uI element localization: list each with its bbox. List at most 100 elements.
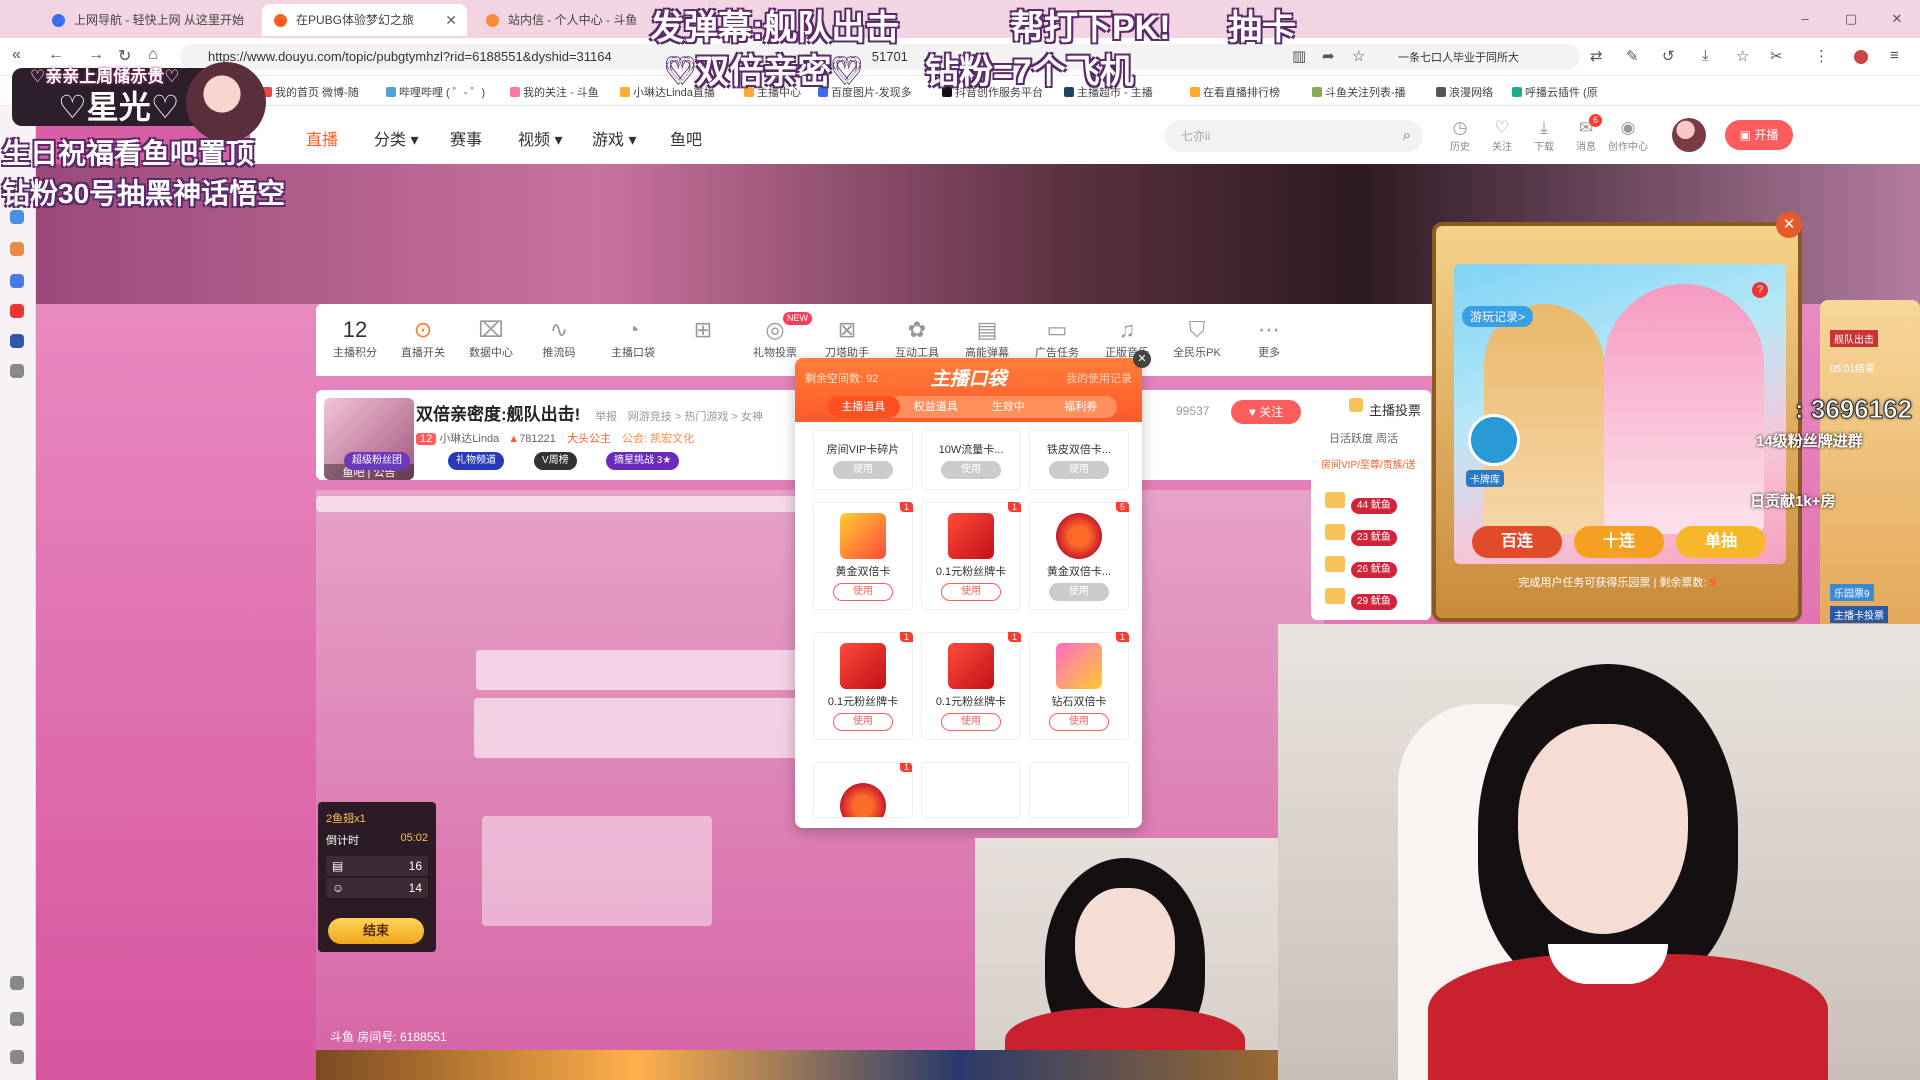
tool-interaction[interactable]: ✿ 互动工具 bbox=[882, 316, 952, 360]
pin-icon[interactable] bbox=[10, 1050, 24, 1064]
end-button[interactable]: 结束 bbox=[328, 918, 424, 944]
pocket-record-link[interactable]: 我的使用记录 bbox=[1066, 370, 1132, 386]
tool-dota-helper[interactable]: ⊠ 刀塔助手 bbox=[812, 316, 882, 360]
sidebar-tool-icon[interactable] bbox=[10, 976, 24, 990]
vote-tabs[interactable]: 日活跃度 周活 bbox=[1329, 430, 1398, 446]
follow-button[interactable]: ♥ 关注 bbox=[1231, 400, 1301, 424]
list-item[interactable]: 44 鱿鱼 bbox=[1325, 492, 1425, 514]
use-button[interactable]: 使用 bbox=[1049, 583, 1109, 601]
weekly-rank-chip[interactable]: V周榜 bbox=[534, 452, 577, 470]
browser-tab-navigation[interactable]: 上网导航 - 轻快上网 从这里开始 bbox=[40, 4, 255, 36]
minimize-icon[interactable]: – bbox=[1782, 0, 1828, 38]
site-search-input[interactable]: 七亦ii ⌕ bbox=[1165, 120, 1423, 152]
history-icon[interactable]: ↺ bbox=[1662, 47, 1675, 65]
tool-more[interactable]: ⋯ 更多 bbox=[1234, 316, 1304, 360]
close-icon[interactable]: ✕ bbox=[1776, 212, 1802, 238]
use-button[interactable]: 使用 bbox=[941, 461, 1001, 479]
nav-video[interactable]: 视频 ▾ bbox=[518, 126, 563, 150]
gift-bar[interactable] bbox=[316, 1050, 1278, 1080]
search-icon[interactable]: ⌕ bbox=[1403, 120, 1411, 152]
header-creator-center[interactable]: ◉ 创作中心 bbox=[1608, 118, 1648, 153]
sidebar-app-icon[interactable] bbox=[10, 334, 24, 348]
nav-events[interactable]: 赛事 bbox=[450, 126, 482, 150]
card-pool-icon[interactable] bbox=[1468, 414, 1520, 466]
reader-icon[interactable]: ▥ bbox=[1292, 47, 1306, 65]
close-tab-icon[interactable]: ✕ bbox=[445, 4, 457, 36]
sidebar-app-icon[interactable] bbox=[10, 304, 24, 318]
tool-pk[interactable]: ⛉ 全民乐PK bbox=[1162, 316, 1232, 360]
star-challenge-chip[interactable]: 摘星挑战 3★ bbox=[606, 452, 680, 470]
use-button[interactable]: 使用 bbox=[1049, 713, 1109, 731]
use-button[interactable]: 使用 bbox=[833, 713, 893, 731]
header-messages[interactable]: ✉ 消息 6 bbox=[1566, 114, 1606, 153]
help-icon[interactable]: ? bbox=[1752, 282, 1768, 298]
close-icon[interactable]: ✕ bbox=[1133, 350, 1151, 368]
report-link[interactable]: 举报 bbox=[595, 411, 617, 423]
tool-music[interactable]: ♫ 正版音乐 bbox=[1092, 316, 1162, 360]
list-item[interactable]: 29 鱿鱼 bbox=[1325, 588, 1425, 610]
header-follow[interactable]: ♡ 关注 bbox=[1482, 118, 1522, 153]
header-history[interactable]: ◷ 历史 bbox=[1440, 118, 1480, 153]
start-live-button[interactable]: ▣ 开播 bbox=[1725, 120, 1793, 150]
tool-live-switch[interactable]: ⊙ 直播开关 bbox=[388, 316, 458, 360]
bookmark-item[interactable]: 哔哩哔哩 ( ゜- ゜) bbox=[386, 84, 485, 100]
bookmark-item[interactable]: 我的首页 微博-随 bbox=[262, 84, 359, 100]
browser-tab-pubg[interactable]: 在PUBG体验梦幻之旅 ✕ bbox=[262, 4, 467, 36]
nav-yuba[interactable]: 鱼吧 bbox=[670, 126, 702, 150]
tab-active[interactable]: 生效中 bbox=[972, 396, 1045, 418]
add-icon[interactable] bbox=[10, 364, 24, 378]
use-button[interactable]: 使用 bbox=[833, 461, 893, 479]
translate-icon[interactable]: ⇄ bbox=[1590, 47, 1603, 65]
scissors-icon[interactable]: ✂ bbox=[1770, 47, 1783, 65]
use-button[interactable]: 使用 bbox=[941, 713, 1001, 731]
use-button[interactable]: 使用 bbox=[833, 583, 893, 601]
fan-club-chip[interactable]: 超级粉丝团 bbox=[344, 452, 410, 470]
nav-live[interactable]: 直播 bbox=[306, 126, 338, 150]
browser-tab-messages[interactable]: 站内信 - 个人中心 - 斗鱼 bbox=[474, 4, 649, 36]
avatar[interactable] bbox=[1672, 118, 1706, 152]
share-icon[interactable]: ➦ bbox=[1322, 47, 1335, 65]
hamburger-icon[interactable]: ≡ bbox=[1890, 47, 1899, 64]
sidebar-app-icon[interactable] bbox=[10, 242, 24, 256]
draw-10-button[interactable]: 十连 bbox=[1574, 526, 1664, 558]
tool-gift-box[interactable]: ⊞ bbox=[668, 316, 738, 344]
sidebar-app-icon[interactable] bbox=[10, 210, 24, 224]
maximize-icon[interactable]: ▢ bbox=[1828, 0, 1874, 38]
tool-data-center[interactable]: ⌧ 数据中心 bbox=[456, 316, 526, 360]
play-record-link[interactable]: 游玩记录> bbox=[1462, 306, 1534, 327]
tab-anchor-props[interactable]: 主播道具 bbox=[827, 396, 900, 418]
bookmark-item[interactable]: 在看直播排行榜 bbox=[1190, 84, 1280, 100]
search-suggestion[interactable]: 一条七口人毕业于同所大 bbox=[1398, 49, 1519, 65]
bookmark-item[interactable]: 浪漫网络 bbox=[1436, 84, 1493, 100]
tab-rights-props[interactable]: 权益道具 bbox=[900, 396, 973, 418]
use-button[interactable]: 使用 bbox=[941, 583, 1001, 601]
breadcrumb[interactable]: 网游竞技 > 热门游戏 > 女神 bbox=[628, 411, 763, 423]
sidebar-app-icon[interactable] bbox=[10, 274, 24, 288]
tool-gift-vote[interactable]: ◎ 礼物投票 NEW bbox=[740, 312, 812, 360]
tab-coupons[interactable]: 福利券 bbox=[1045, 396, 1118, 418]
download-icon[interactable]: ⤓ bbox=[1702, 47, 1709, 64]
briefcase-icon[interactable] bbox=[10, 1012, 24, 1026]
list-item[interactable]: 26 鱿鱼 bbox=[1325, 556, 1425, 578]
bookmark-item[interactable]: 呼播云插件 (原 bbox=[1512, 84, 1598, 100]
favorites-icon[interactable]: ☆ bbox=[1736, 47, 1749, 65]
nav-category[interactable]: 分类 ▾ bbox=[374, 126, 419, 150]
draw-100-button[interactable]: 百连 bbox=[1472, 526, 1562, 558]
header-download[interactable]: ⤓ 下载 bbox=[1524, 118, 1564, 153]
anchor-score[interactable]: 12 主播积分 bbox=[320, 316, 390, 360]
use-button[interactable]: 使用 bbox=[1049, 461, 1109, 479]
nav-games[interactable]: 游戏 ▾ bbox=[592, 126, 637, 150]
bookmark-item[interactable]: 我的关注 - 斗鱼 bbox=[510, 84, 599, 100]
tool-anchor-pocket[interactable]: ◔ 主播口袋 bbox=[598, 316, 668, 360]
close-window-icon[interactable]: ✕ bbox=[1874, 0, 1920, 38]
draw-single-button[interactable]: 单抽 bbox=[1676, 526, 1766, 558]
tool-danmaku[interactable]: ▤ 高能弹幕 bbox=[952, 316, 1022, 360]
tool-stream-key[interactable]: ∿ 推流码 bbox=[524, 316, 594, 360]
profile-icon[interactable] bbox=[1854, 50, 1868, 64]
gift-channel-chip[interactable]: 礼物频道 bbox=[448, 452, 504, 470]
bookmark-item[interactable]: 斗鱼关注列表-播 bbox=[1312, 84, 1406, 100]
star-icon[interactable]: ☆ bbox=[1352, 47, 1365, 65]
menu-dots-icon[interactable]: ⋮ bbox=[1814, 47, 1829, 65]
card-pool-label[interactable]: 卡牌库 bbox=[1466, 470, 1504, 487]
list-item[interactable]: 23 鱿鱼 bbox=[1325, 524, 1425, 546]
